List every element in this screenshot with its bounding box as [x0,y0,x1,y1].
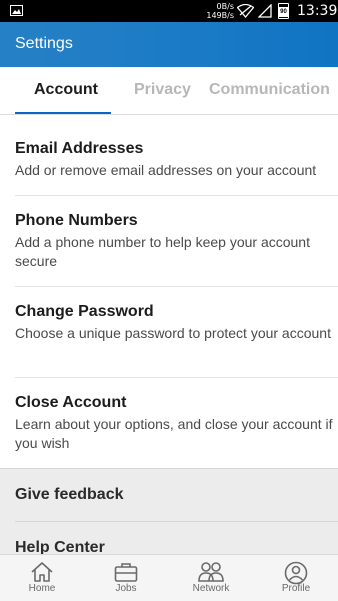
setting-description: Choose a unique password to protect your… [15,325,331,341]
nav-home[interactable]: Home [0,555,84,601]
nav-profile[interactable]: Profile [254,555,338,601]
setting-description: Add or remove email addresses on your ac… [15,162,317,178]
home-icon [31,562,53,582]
setting-phone-numbers[interactable]: Phone Numbers Add a phone number to help… [0,196,338,286]
status-bar: 0B/s 149B/s 90 13:39 [0,0,338,22]
tab-communication[interactable]: Communication [209,81,330,99]
bottom-navigation: Home Jobs Network Profile [0,554,338,601]
nav-jobs[interactable]: Jobs [84,555,168,601]
briefcase-icon [114,563,138,582]
help-center-item[interactable]: Help Center [0,522,338,555]
setting-title: Close Account [15,394,127,411]
battery-icon: 90 [278,3,289,19]
setting-description: Learn about your options, and close your… [15,416,333,451]
tab-bar: Account Privacy Communication [0,67,338,115]
setting-description: Add a phone number to help keep your acc… [15,234,310,269]
tab-account[interactable]: Account [34,81,98,99]
nav-jobs-label: Jobs [115,583,137,594]
setting-change-password[interactable]: Change Password Choose a unique password… [0,287,338,377]
nav-profile-label: Profile [281,583,311,594]
setting-title: Phone Numbers [15,212,138,229]
profile-icon [284,561,308,585]
net-down: 0B/s [216,2,234,11]
setting-title: Change Password [15,303,154,320]
battery-level: 90 [279,7,288,17]
app-bar: Settings [0,22,338,67]
give-feedback-label: Give feedback [15,486,124,503]
people-icon [198,562,224,582]
support-section: Give feedback Help Center [0,468,338,555]
nav-network[interactable]: Network [169,555,253,601]
setting-close-account[interactable]: Close Account Learn about your options, … [0,378,338,468]
nav-network-label: Network [192,583,230,594]
page-title: Settings [15,35,73,52]
tab-privacy[interactable]: Privacy [134,81,191,99]
signal-icon [258,4,272,18]
image-notification-icon [10,5,23,16]
net-up: 149B/s [206,11,234,20]
setting-email-addresses[interactable]: Email Addresses Add or remove email addr… [0,114,338,196]
give-feedback-item[interactable]: Give feedback [0,469,338,521]
wifi-icon [237,4,254,18]
setting-title: Email Addresses [15,140,144,157]
nav-home-label: Home [28,583,56,594]
help-center-label: Help Center [15,539,105,555]
network-speed: 0B/s 149B/s [196,2,234,20]
status-time: 13:39 [297,3,338,19]
